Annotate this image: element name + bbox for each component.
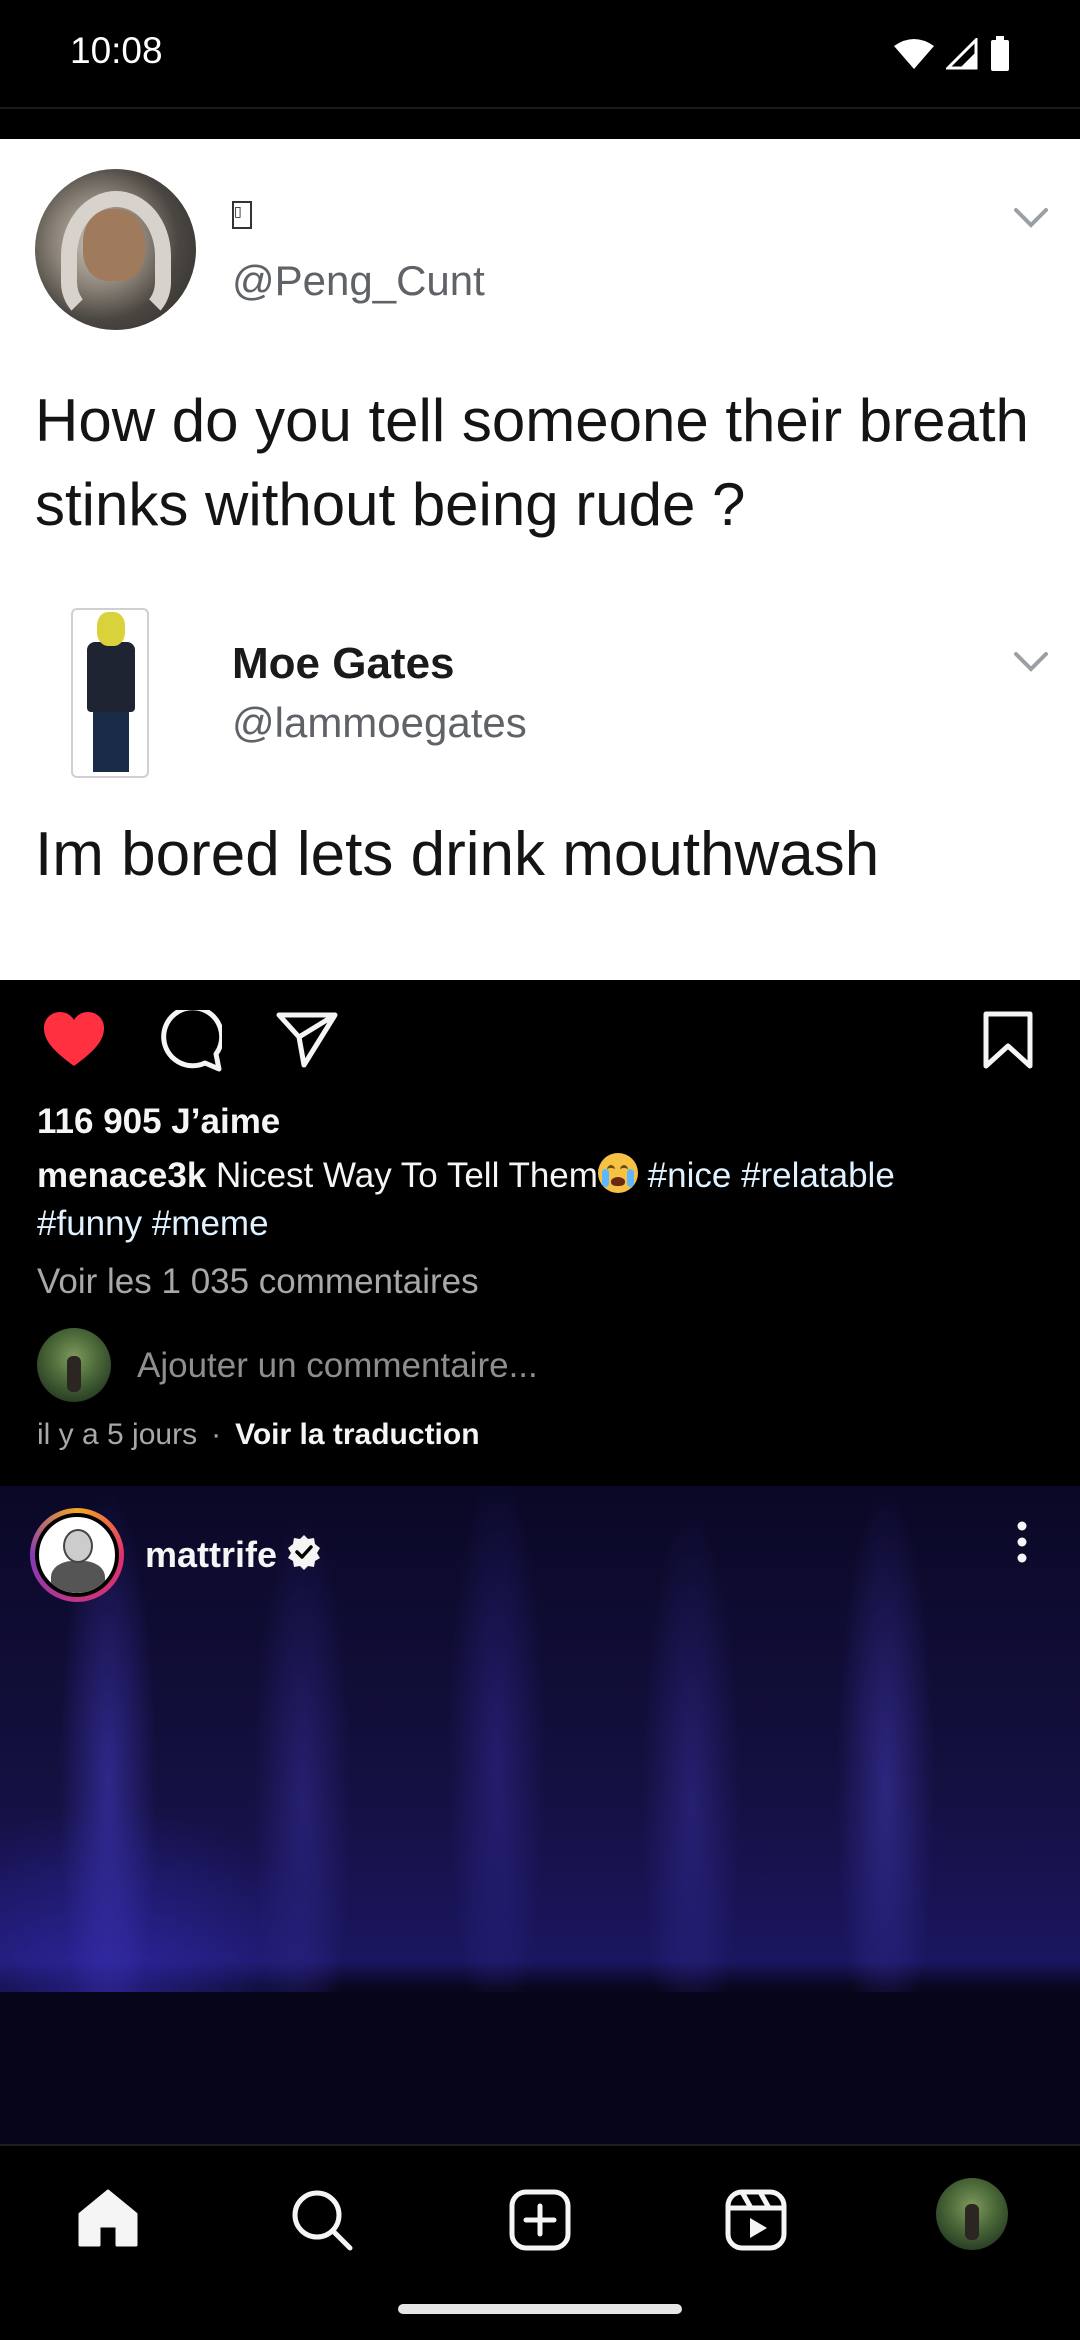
tweet-handle: @Peng_Cunt xyxy=(232,257,485,304)
next-post[interactable]: mattrife xyxy=(0,1486,1080,2146)
create-post-icon[interactable] xyxy=(508,2188,572,2257)
tweet-avatar xyxy=(71,608,149,778)
bookmark-icon[interactable] xyxy=(980,1010,1036,1075)
comment-input[interactable]: Ajouter un commentaire... xyxy=(137,1346,538,1386)
battery-icon xyxy=(990,36,1010,72)
post-username[interactable]: mattrife xyxy=(145,1534,277,1576)
hashtag[interactable]: #nice xyxy=(648,1156,732,1195)
search-icon[interactable] xyxy=(290,2188,354,2257)
avatar xyxy=(37,1328,111,1402)
status-time: 10:08 xyxy=(70,30,163,71)
tweet-text: How do you tell someone their breath sti… xyxy=(35,387,1029,538)
likes-count[interactable]: 116 905 J’aime xyxy=(37,1102,280,1142)
caption-text: Nicest Way To Tell Them xyxy=(216,1156,598,1195)
chevron-down-icon xyxy=(1013,651,1049,678)
post-time: il y a 5 jours xyxy=(37,1418,198,1451)
post-meta: il y a 5 jours · Voir la traduction xyxy=(37,1418,480,1452)
status-bar: 10:08 xyxy=(0,0,1080,108)
top-divider xyxy=(0,107,1080,109)
home-indicator[interactable] xyxy=(398,2304,682,2314)
verified-badge-icon xyxy=(286,1534,322,1575)
post-caption: menace3k Nicest Way To Tell Them #nice #… xyxy=(37,1152,1047,1248)
tweet-name: Moe Gates xyxy=(232,639,455,688)
chevron-down-icon xyxy=(1013,207,1049,234)
tweet-handle: @lammoegates xyxy=(232,699,527,746)
tweet-text: Im bored lets drink mouthwash xyxy=(35,820,880,889)
view-comments-link[interactable]: Voir les 1 035 commentaires xyxy=(37,1262,479,1302)
profile-avatar[interactable] xyxy=(936,2178,1008,2250)
wifi-icon xyxy=(894,38,934,70)
reels-icon[interactable] xyxy=(724,2188,788,2257)
loudly-crying-face-icon xyxy=(597,1153,638,1193)
heart-icon[interactable] xyxy=(42,1010,106,1073)
add-comment-row[interactable]: Ajouter un commentaire... xyxy=(37,1328,1037,1402)
translate-link[interactable]: Voir la traduction xyxy=(235,1418,479,1451)
more-options-icon[interactable] xyxy=(1012,1520,1032,1569)
hashtag[interactable]: #meme xyxy=(152,1204,269,1243)
story-ring[interactable] xyxy=(30,1508,124,1602)
caption-username[interactable]: menace3k xyxy=(37,1156,206,1195)
post-actions xyxy=(0,1000,1080,1080)
share-icon[interactable] xyxy=(276,1010,338,1073)
tweet-name-glyph: ▯ xyxy=(232,201,252,229)
hashtag[interactable]: #funny xyxy=(37,1204,142,1243)
post-media-image[interactable]: ▯ @Peng_Cunt How do you tell someone the… xyxy=(0,139,1080,980)
hashtag[interactable]: #relatable xyxy=(741,1156,895,1195)
separator-dot: · xyxy=(211,1418,222,1451)
signal-icon xyxy=(946,38,978,70)
comment-icon[interactable] xyxy=(158,1005,225,1077)
avatar xyxy=(35,1513,119,1597)
status-icons xyxy=(894,34,1010,74)
tweet-avatar xyxy=(35,169,196,330)
home-icon[interactable] xyxy=(76,2188,140,2253)
post-media-image xyxy=(0,1992,1080,2146)
